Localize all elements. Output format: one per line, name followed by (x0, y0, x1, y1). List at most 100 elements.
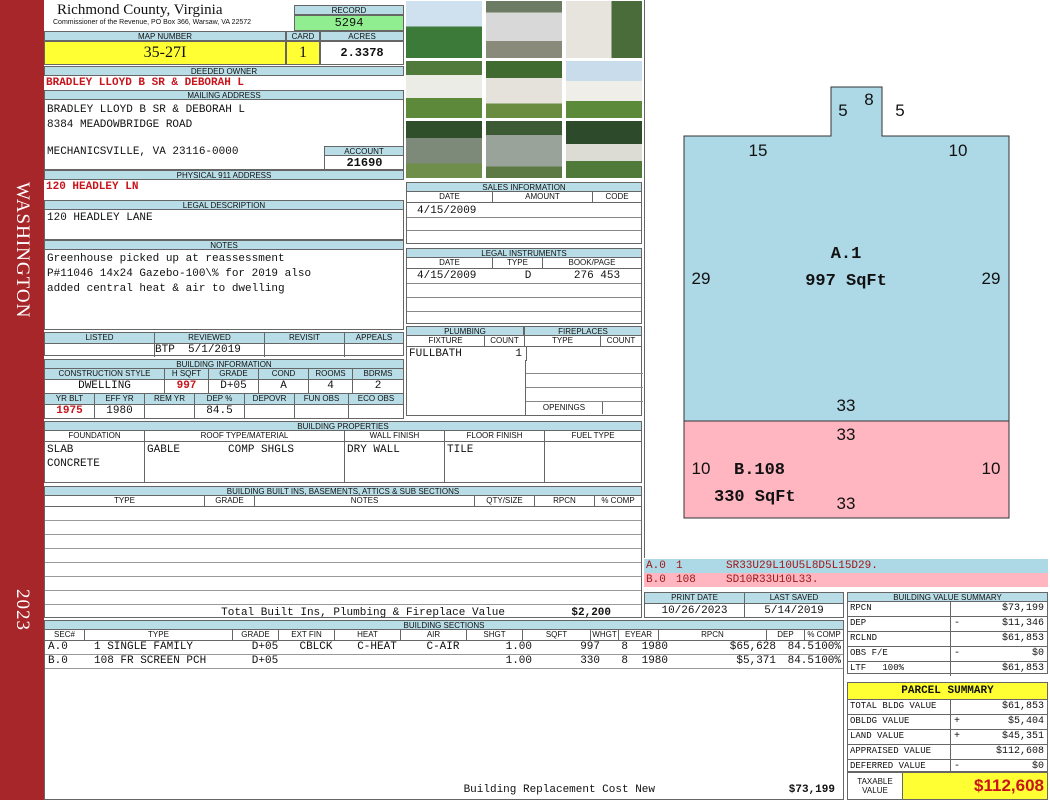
whgt-header: WHGT (591, 630, 619, 640)
parcel-key: OBLDG VALUE (848, 715, 951, 729)
parcel-amount: $61,853 (1001, 701, 1044, 712)
value-amount: $73,199 (1001, 603, 1044, 614)
sales-label: SALES INFORMATION (406, 182, 642, 192)
sec-extfin: CBLCK (299, 641, 333, 653)
value-key: DEP (848, 617, 951, 631)
value-sign: - (953, 648, 960, 659)
bi-qty-header: QTY/SIZE (475, 496, 535, 506)
floor-finish-header: FLOOR FINISH (445, 431, 545, 441)
value-row: RPCN $73,199 (848, 602, 1047, 617)
fuel-type (545, 442, 641, 482)
physical-address-label: PHYSICAL 911 ADDRESS (44, 170, 404, 180)
table-row: A.0 1 SINGLE FAMILY D+05 CBLCK C-HEAT C-… (45, 641, 843, 655)
rpcn-header: RPCN (659, 630, 767, 640)
building-properties-label: BUILDING PROPERTIES (44, 421, 642, 431)
account-number: 21690 (324, 156, 404, 170)
fp-type-header: TYPE (525, 336, 601, 346)
code-b-type: 108 (676, 574, 696, 586)
parcel-key: LAND VALUE (848, 730, 951, 744)
sec-shgt: 1.00 (505, 641, 532, 653)
sales-date: 4/15/2009 (407, 203, 641, 218)
section-a-area: 997 SqFt (805, 272, 887, 291)
year-built: 1975 (45, 405, 95, 418)
deeded-owner: BRADLEY LLOYD B SR & DEBORAH L (46, 77, 245, 89)
photo-thumbnail[interactable] (565, 0, 643, 59)
property-photos (405, 0, 643, 180)
builtins-table: TYPE GRADE NOTES QTY/SIZE RPCN % COMP To… (44, 496, 642, 619)
hsqft-header: H SQFT (165, 369, 209, 379)
sqft-header: SQFT (523, 630, 591, 640)
sec-heat (344, 655, 410, 668)
sec-type: 1 SINGLE FAMILY (94, 641, 194, 653)
parcel-sign: + (953, 731, 960, 742)
sec-grade: D+05 (251, 641, 279, 653)
print-info: PRINT DATE LAST SAVED 10/26/2023 5/14/20… (644, 592, 844, 618)
record-label: RECORD (294, 5, 404, 15)
builtins-total-label: Total Built Ins, Plumbing & Fireplace Va… (221, 607, 505, 619)
dim-left: 29 (692, 269, 711, 288)
building-sections-table: SEC# TYPE GRADE EXT FIN HEAT AIR SHGT SQ… (44, 630, 844, 800)
building-sections-label: BUILDING SECTIONS (44, 620, 844, 630)
county-header: Richmond County, Virginia Commissioner o… (45, 2, 293, 32)
parcel-row: TOTAL BLDG VALUE $61,853 (848, 700, 1047, 715)
photo-thumbnail[interactable] (405, 120, 483, 179)
code-a-path: SR33U29L10U5L8D5L15D29. (726, 560, 878, 572)
section-b-label: B.108 (734, 461, 785, 480)
last-saved-header: LAST SAVED (769, 593, 819, 602)
value-amount: $61,853 (1001, 663, 1044, 674)
bi-comp-header: % COMP (601, 496, 635, 505)
li-type-header: TYPE (493, 258, 543, 268)
bedrooms: 2 (374, 380, 382, 392)
sec-sqft: 330 (580, 655, 600, 667)
roof-type: GABLE (147, 444, 181, 456)
foundation: SLAB CONCRETE (45, 442, 145, 482)
table-row: B.0 108 FR SCREEN PCH D+05 1.00 330 8 19… (45, 655, 843, 669)
parcel-sign (951, 700, 963, 714)
card-number: 1 (286, 41, 320, 65)
bi-type-header: TYPE (45, 496, 205, 506)
cond-header: COND (259, 369, 309, 379)
value-amount: $61,853 (1001, 633, 1044, 644)
fp-count-header: COUNT (606, 336, 636, 345)
photo-thumbnail[interactable] (405, 0, 483, 59)
photo-thumbnail[interactable] (565, 60, 643, 119)
fixture-header: FIXTURE (407, 336, 485, 346)
parcel-sign: + (953, 716, 960, 727)
parcel-summary-label: PARCEL SUMMARY (847, 682, 1048, 700)
photo-thumbnail[interactable] (485, 120, 563, 179)
parcel-key: TOTAL BLDG VALUE (848, 700, 951, 714)
district-sidebar: WASHINGTON 2023 (0, 0, 44, 800)
fixture-type: FULLBATH (409, 348, 462, 360)
remodel-year (145, 405, 195, 418)
sec-rpcn: $65,628 (729, 641, 776, 653)
photo-thumbnail[interactable] (405, 60, 483, 119)
foundation-material: CONCRETE (47, 458, 100, 470)
fireplaces-label: FIREPLACES (524, 326, 642, 336)
li-bookpage: 276 453 (573, 270, 621, 282)
acres-value: 2.3378 (320, 41, 404, 65)
dep-pct-header: DEP % (195, 394, 245, 404)
photo-thumbnail[interactable] (485, 60, 563, 119)
photo-thumbnail[interactable] (485, 0, 563, 59)
value-sign: - (953, 618, 960, 629)
eyear-header: EYEAR (619, 630, 659, 640)
depreciation-pct: 84.5 (195, 405, 245, 418)
print-date: 10/26/2023 (645, 604, 745, 618)
fixture-count: 1 (487, 347, 527, 361)
listing-table: LISTED REVIEWED REVISIT APPEALS BTP 5/1/… (44, 332, 404, 357)
district-name: WASHINGTON (12, 181, 33, 319)
construction-style-header: CONSTRUCTION STYLE (45, 369, 165, 379)
eco-obs-header: ECO OBS (357, 394, 395, 403)
taxable-value: $112,608 (903, 772, 1048, 800)
sec-comp: 100% (814, 641, 841, 653)
dep-header: DEP (767, 630, 805, 640)
replacement-cost-label: Building Replacement Cost New (463, 784, 655, 796)
photo-thumbnail[interactable] (565, 120, 643, 179)
sketch-area[interactable]: 8 5 5 15 10 29 29 33 33 10 10 33 A.1 997… (644, 0, 1048, 558)
parcel-key: APPRAISED VALUE (848, 745, 951, 759)
sec-eyear: 1980 (641, 641, 668, 653)
dim-left-b: 10 (692, 459, 711, 478)
yr-blt-header: YR BLT (45, 394, 95, 404)
sec-num: B.0 (48, 655, 68, 667)
code-a-type: 1 (676, 560, 683, 572)
